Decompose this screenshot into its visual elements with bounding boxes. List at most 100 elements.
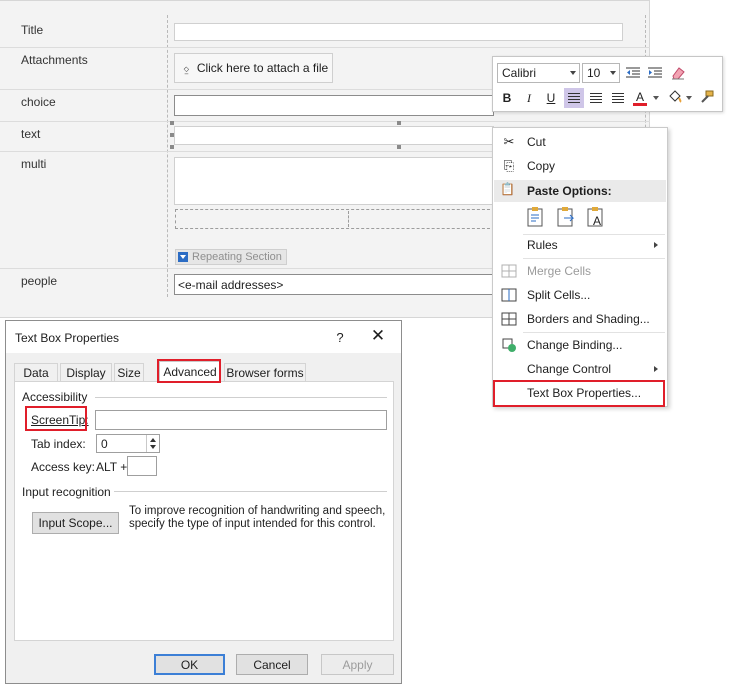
tab-index-label: Tab index: [31, 437, 86, 451]
tab-data[interactable]: Data [14, 363, 58, 381]
attach-file-button[interactable]: ⍚ Click here to attach a file [174, 53, 333, 83]
font-size-value: 10 [587, 66, 601, 80]
menu-item-split-cells[interactable]: Split Cells... [494, 284, 666, 306]
decrease-indent-icon[interactable] [624, 64, 642, 82]
input-recognition-hint: To improve recognition of handwriting an… [129, 505, 386, 530]
input-recognition-heading: Input recognition [22, 485, 111, 499]
menu-item-label: Rules [527, 238, 558, 252]
repeating-section-divider [348, 211, 349, 227]
input-scope-button[interactable]: Input Scope... [32, 512, 119, 534]
menu-item-label: Cut [527, 135, 546, 149]
field-label-attachments: Attachments [21, 53, 88, 67]
format-painter-icon[interactable] [698, 88, 716, 106]
copy-icon: ⎘ [503, 158, 515, 173]
chevron-down-icon[interactable] [686, 96, 692, 100]
tab-index-stepper[interactable]: 0 [96, 434, 160, 453]
repeating-section-tag[interactable]: Repeating Section [175, 249, 287, 265]
chevron-right-icon [654, 242, 658, 248]
resize-handle[interactable] [397, 145, 401, 149]
group-divider [114, 491, 387, 492]
paste-merge-formatting-icon[interactable] [554, 206, 578, 230]
menu-item-cut[interactable]: ✂ Cut [494, 131, 666, 153]
stepper-arrows-icon[interactable] [146, 435, 159, 452]
menu-separator [523, 258, 665, 259]
field-label-text: text [21, 127, 41, 141]
font-color-button[interactable]: A [630, 88, 650, 108]
apply-button[interactable]: Apply [321, 654, 394, 675]
menu-item-copy[interactable]: ⎘ Copy [494, 155, 666, 177]
menu-item-merge-cells[interactable]: Merge Cells [494, 260, 666, 282]
align-right-icon [612, 93, 624, 103]
tab-size[interactable]: Size [114, 363, 144, 381]
italic-button[interactable]: I [519, 88, 539, 108]
people-picker-input[interactable]: <e-mail addresses> [174, 274, 494, 295]
close-button[interactable]: ✕ [367, 325, 389, 347]
menu-item-label: Change Control [527, 362, 612, 376]
clear-formatting-icon[interactable] [669, 64, 687, 82]
help-button[interactable]: ? [330, 327, 350, 347]
borders-icon [500, 310, 518, 328]
menu-item-label: Copy [527, 159, 556, 173]
binding-icon [500, 336, 518, 354]
font-color-letter: A [635, 89, 644, 104]
menu-item-label: Borders and Shading... [527, 312, 650, 326]
align-left-icon [568, 93, 580, 103]
align-center-button[interactable] [586, 88, 606, 108]
column-divider [167, 15, 168, 297]
underline-button[interactable]: U [541, 88, 561, 108]
row-divider [0, 47, 650, 48]
accessibility-heading: Accessibility [22, 390, 88, 404]
resize-handle[interactable] [170, 133, 174, 137]
paste-text-only-icon[interactable]: A [584, 206, 608, 230]
multi-input[interactable] [174, 157, 494, 205]
clipboard-icon: 📋 [500, 182, 515, 196]
chevron-right-icon [654, 366, 658, 372]
repeating-section-label: Repeating Section [192, 251, 282, 263]
row-divider [0, 121, 650, 122]
tab-display[interactable]: Display [60, 363, 112, 381]
chevron-down-icon[interactable] [653, 96, 659, 100]
align-center-icon [590, 93, 602, 103]
menu-item-change-control[interactable]: Change Control [494, 358, 666, 380]
font-size-select[interactable]: 10 [582, 63, 620, 83]
highlight-box [493, 380, 665, 407]
paste-keep-formatting-icon[interactable] [524, 206, 548, 230]
menu-item-borders-shading[interactable]: Borders and Shading... [494, 308, 666, 330]
increase-indent-icon[interactable] [646, 64, 664, 82]
access-key-label: Access key: [31, 460, 96, 474]
scissors-icon: ✂ [503, 134, 515, 149]
text-input[interactable] [174, 126, 494, 145]
field-label-choice: choice [21, 95, 56, 109]
highlight-box [157, 359, 221, 383]
align-left-button[interactable] [564, 88, 584, 108]
tab-index-value: 0 [101, 437, 108, 451]
split-cells-icon [500, 286, 518, 304]
dialog-titlebar: Text Box Properties ? ✕ [6, 321, 401, 353]
field-label-people: people [21, 274, 58, 288]
mini-toolbar: Calibri 10 B I U A [492, 56, 723, 112]
svg-text:A: A [593, 214, 601, 228]
ok-button[interactable]: OK [154, 654, 225, 675]
cancel-button[interactable]: Cancel [236, 654, 308, 675]
align-right-button[interactable] [608, 88, 628, 108]
bold-button[interactable]: B [497, 88, 517, 108]
tab-browser-forms[interactable]: Browser forms [224, 363, 306, 381]
resize-handle[interactable] [170, 121, 174, 125]
resize-handle[interactable] [170, 145, 174, 149]
access-key-input[interactable] [127, 456, 157, 476]
highlight-box [25, 406, 87, 431]
repeating-section[interactable] [175, 209, 495, 229]
resize-handle[interactable] [397, 121, 401, 125]
screentip-input[interactable] [95, 410, 387, 430]
font-name-value: Calibri [502, 66, 537, 80]
menu-item-label: Merge Cells [527, 264, 592, 278]
choice-input[interactable] [174, 95, 494, 116]
field-label-title: Title [21, 23, 44, 37]
title-input[interactable] [174, 23, 623, 41]
attach-file-label: Click here to attach a file [196, 61, 329, 75]
menu-item-rules[interactable]: Rules [494, 234, 666, 256]
menu-item-change-binding[interactable]: Change Binding... [494, 334, 666, 356]
shading-icon[interactable] [665, 88, 683, 106]
font-name-select[interactable]: Calibri [497, 63, 580, 83]
context-menu: ✂ Cut ⎘ Copy 📋 Paste Options: A Rules Me… [492, 127, 668, 407]
